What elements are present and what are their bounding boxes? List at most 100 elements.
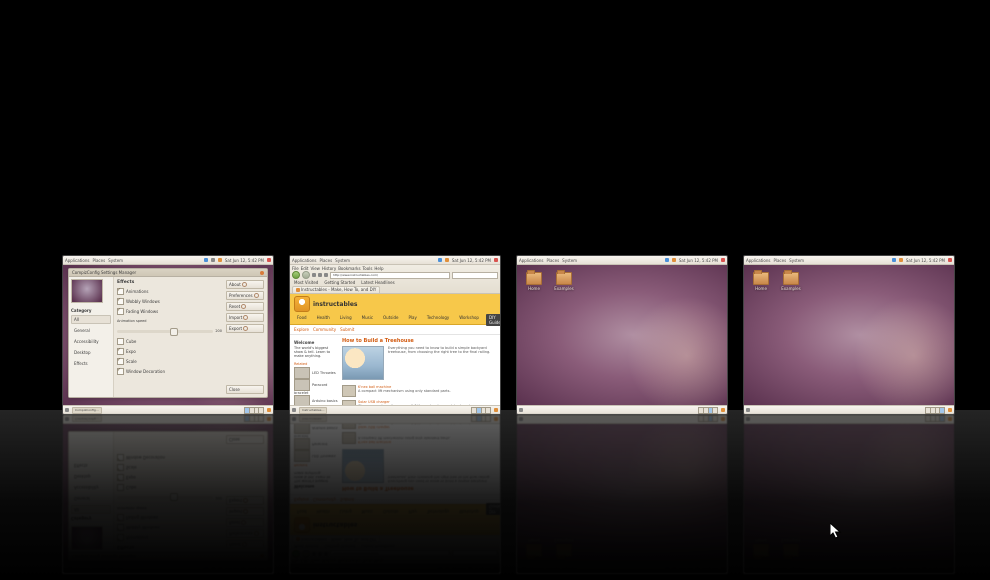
trash-icon xyxy=(948,408,952,412)
back-icon xyxy=(292,271,300,279)
workspace-2[interactable]: Applications Places System Sat Jun 12, 5… xyxy=(289,255,501,415)
ccsm-cat-accessibility: Accessibility xyxy=(71,337,111,346)
checkbox-icon xyxy=(117,348,124,355)
menu-places: Places xyxy=(546,258,559,263)
workspace-pager xyxy=(698,416,718,423)
menu-system: System xyxy=(789,567,804,572)
home-icon xyxy=(324,552,328,556)
desktop-icon-label: Examples xyxy=(553,538,575,543)
ff-menu-help: Help xyxy=(374,559,383,564)
ccsm-button: Preferences xyxy=(226,291,264,300)
volume-icon xyxy=(211,258,215,262)
desktop-folder: Home xyxy=(750,538,772,557)
ccsm-slider-thumb xyxy=(170,494,178,502)
desktop-icon-label: Home xyxy=(750,286,772,291)
ccsm-sidebar-heading: Category xyxy=(71,308,111,313)
nm-applet-icon xyxy=(892,258,896,262)
workspace-pager xyxy=(471,407,491,414)
gear-icon xyxy=(241,304,246,309)
workspace-3[interactable]: Applications Places System Sat Jun 12, 5… xyxy=(516,255,728,415)
instructables-main: How to Build a Treehouse Everything you … xyxy=(342,338,496,414)
ccsm-button: Export xyxy=(226,496,264,505)
nm-applet-icon xyxy=(892,567,896,571)
bookmark-item: Getting Started xyxy=(322,545,357,550)
related-item: Paracord bracelet xyxy=(294,379,338,395)
related-item: LED Throwies xyxy=(294,367,338,379)
ccsm-close-button: Close xyxy=(226,385,264,394)
nav-food: Food xyxy=(294,503,310,515)
workspace-1[interactable]: Applications Places System Sat Jun 12, 5… xyxy=(62,255,274,415)
subnav-explore: Explore xyxy=(294,497,309,502)
reload-icon xyxy=(312,552,316,556)
ccsm-title: CompizConfig Settings Manager xyxy=(72,269,136,276)
menu-places: Places xyxy=(92,567,105,572)
ccsm-slider xyxy=(117,330,213,333)
instructables-header: instructables Food Health Living Music O… xyxy=(290,294,500,325)
gnome-panel-bottom: CompizConfig… xyxy=(63,405,273,414)
desktop-icon-label: Home xyxy=(523,286,545,291)
messaging-icon xyxy=(218,258,222,262)
instructables-sub-nav: Explore Community Submit xyxy=(290,325,500,335)
checkbox-icon xyxy=(117,368,124,375)
related-heading: Related xyxy=(294,362,338,366)
home-icon xyxy=(324,273,328,277)
ccsm-slider-label: Animation speed xyxy=(117,506,147,510)
menu-places: Places xyxy=(319,567,332,572)
favicon-icon xyxy=(296,288,300,292)
messaging-icon xyxy=(445,258,449,262)
article-image xyxy=(342,346,384,380)
gnome-panel-top: Applications Places System Sat Jun 12, 5… xyxy=(63,256,273,265)
ccsm-button: Export xyxy=(226,324,264,333)
nav-diy-guide: DIY Guide xyxy=(486,503,500,515)
shutdown-icon xyxy=(494,258,498,262)
close-icon xyxy=(260,555,264,559)
menu-system: System xyxy=(562,258,577,263)
ccsm-sidebar-heading: Category xyxy=(71,516,111,521)
thumbnail-icon xyxy=(294,379,310,391)
ff-menu-file: File xyxy=(292,559,299,564)
gnome-panel-top: Applications Places System Sat Jun 12, 5… xyxy=(517,564,727,573)
ccsm-sidebar: Category All General Accessibility Deskt… xyxy=(69,277,114,397)
nm-applet-icon xyxy=(665,258,669,262)
messaging-icon xyxy=(218,567,222,571)
workspace-pager xyxy=(698,407,718,414)
menu-applications: Applications xyxy=(65,567,89,572)
subnav-submit: Submit xyxy=(340,327,354,332)
workspace-4[interactable]: Applications Places System Sat Jun 12, 5… xyxy=(743,255,955,415)
checkbox-icon xyxy=(117,298,124,305)
ccsm-cat-desktop: Desktop xyxy=(71,472,111,481)
shutdown-icon xyxy=(267,567,271,571)
ff-menu-edit: Edit xyxy=(301,266,309,271)
stop-icon xyxy=(318,552,322,556)
workspace-pager xyxy=(244,407,264,414)
subnav-explore: Explore xyxy=(294,327,309,332)
instructables-sidebar: Welcome The world's biggest show & tell.… xyxy=(294,338,338,414)
gear-icon xyxy=(243,326,248,331)
gnome-panel-top: Applications Places System Sat Jun 12, 5… xyxy=(63,564,273,573)
nav-workshop: Workshop xyxy=(456,314,482,326)
checkbox-icon xyxy=(117,288,124,295)
folder-icon xyxy=(526,544,542,557)
subnav-community: Community xyxy=(313,327,336,332)
menu-system: System xyxy=(335,567,350,572)
bookmark-item: Latest Headlines xyxy=(359,545,396,550)
trash-icon xyxy=(494,408,498,412)
ccsm-plugin-label: Scale xyxy=(126,359,137,364)
feed-blurb: A compact lift mechanism using only stan… xyxy=(358,389,451,393)
workspace-pager xyxy=(471,416,491,423)
gear-icon xyxy=(242,282,247,287)
trash-icon xyxy=(267,417,271,421)
thumbnail-icon xyxy=(294,367,310,379)
clock: Sat Jun 12, 5:42 PM xyxy=(906,258,945,263)
messaging-icon xyxy=(899,258,903,262)
forward-icon xyxy=(302,550,310,558)
menu-applications: Applications xyxy=(292,258,316,263)
ccsm-plugin-label: Cube xyxy=(126,486,136,491)
forward-icon xyxy=(302,271,310,279)
show-desktop-icon xyxy=(65,417,69,421)
thumbnail-icon xyxy=(342,385,356,397)
gear-icon xyxy=(254,293,259,298)
related-item: LED Throwies xyxy=(294,450,338,462)
nav-health: Health xyxy=(314,314,333,326)
clock: Sat Jun 12, 5:42 PM xyxy=(225,258,264,263)
